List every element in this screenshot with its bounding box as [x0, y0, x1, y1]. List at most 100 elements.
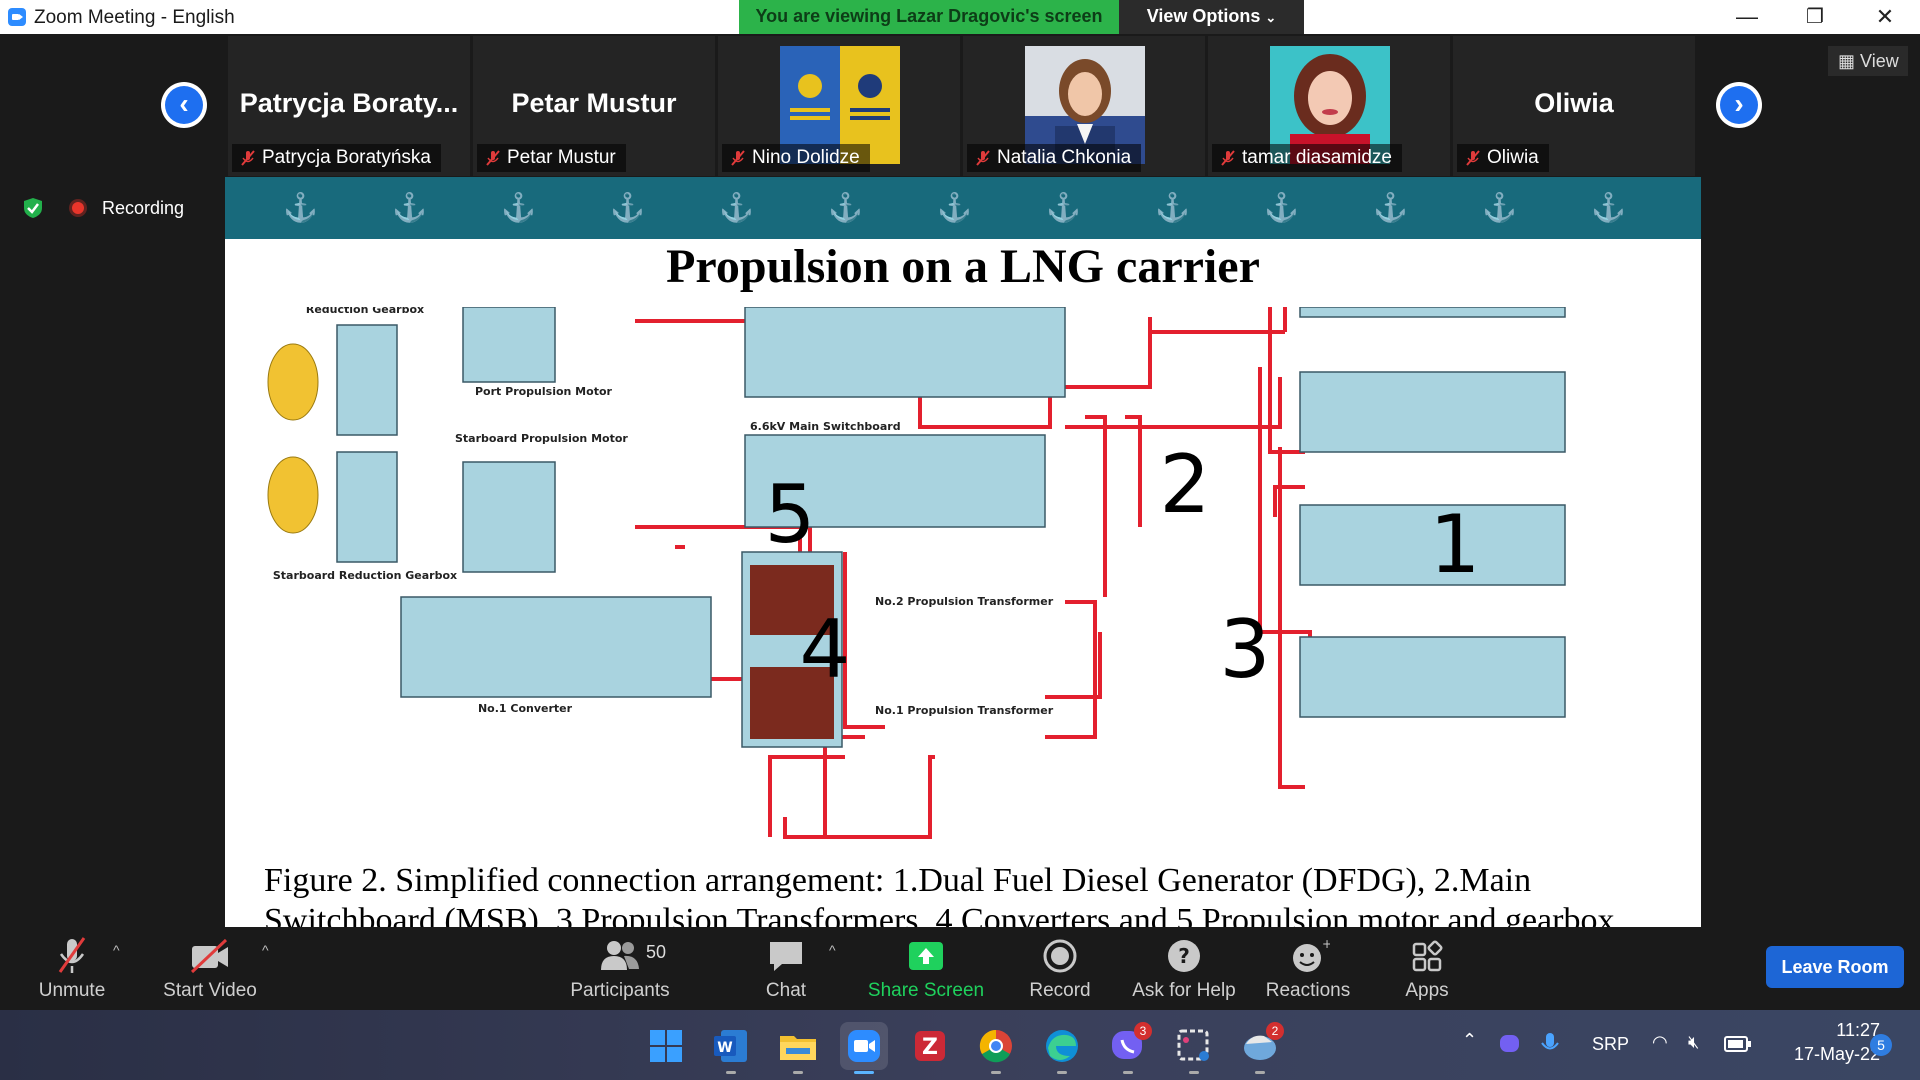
apps-label: Apps — [1405, 980, 1449, 1001]
chat-options-caret[interactable]: ^ — [829, 942, 836, 958]
apps-button[interactable]: Apps — [1377, 928, 1477, 1010]
start-video-button[interactable]: Start Video — [155, 928, 265, 1010]
muted-mic-icon — [1221, 150, 1235, 166]
minimize-button[interactable]: — — [1712, 0, 1782, 34]
participants-label: Participants — [570, 980, 670, 1001]
running-indicator — [991, 1071, 1001, 1074]
start-video-label: Start Video — [163, 980, 257, 1001]
taskbar-chrome[interactable] — [972, 1022, 1020, 1074]
diagram-number: 2 — [1160, 438, 1211, 531]
next-page-button[interactable]: › — [1716, 82, 1762, 128]
previous-page-button[interactable]: ‹ — [161, 82, 207, 128]
muted-mic-icon — [486, 150, 500, 166]
participant-name: Petar Mustur — [507, 147, 616, 168]
unmute-label: Unmute — [38, 980, 106, 1001]
input-language[interactable]: SRP — [1592, 1034, 1629, 1055]
taskbar-viber[interactable]: 3 — [1104, 1022, 1152, 1074]
taskbar-file-explorer[interactable] — [774, 1022, 822, 1074]
share-screen-icon — [909, 942, 943, 970]
participant-name: tamar diasamidze — [1242, 147, 1392, 168]
participants-count: 50 — [646, 942, 667, 962]
os-taskbar: W Z 3 2 ⌃ SRP ◠ 🔇︎ 11:27 17-May-22 5 — [0, 1010, 1920, 1080]
transformer2-label: No.2 Propulsion Transformer — [875, 595, 1054, 608]
participant-name-label: Natalia Chkonia — [967, 144, 1142, 172]
restore-button[interactable]: ❐ — [1780, 0, 1850, 34]
participant-tile[interactable]: Natalia Chkonia — [963, 36, 1205, 176]
taskbar-word[interactable]: W — [707, 1022, 755, 1074]
microphone-icon[interactable] — [1540, 1032, 1560, 1058]
taskbar-edge[interactable] — [1038, 1022, 1086, 1074]
zoom-app-icon — [8, 8, 26, 26]
recording-indicator[interactable]: Recording — [64, 193, 194, 223]
tray-viber-icon[interactable] — [1498, 1032, 1522, 1056]
diagram-number: 4 — [800, 603, 851, 696]
reactions-button[interactable]: + Reactions — [1258, 928, 1358, 1010]
clock-time[interactable]: 11:27 — [1800, 1020, 1880, 1041]
leave-room-button[interactable]: Leave Room — [1766, 946, 1904, 988]
start-button[interactable] — [642, 1022, 690, 1070]
show-hidden-icons-chevron-icon[interactable]: ⌃ — [1462, 1030, 1477, 1051]
participant-name-label: Nino Dolidze — [722, 144, 870, 172]
taskbar-zoom[interactable] — [840, 1022, 888, 1074]
participant-tile[interactable]: Patrycja Boraty... Patrycja Boratyńska — [228, 36, 470, 176]
video-options-caret[interactable]: ^ — [262, 942, 269, 958]
share-screen-button[interactable]: Share Screen — [866, 928, 986, 1010]
chat-button[interactable]: Chat — [736, 928, 836, 1010]
diagram-number: 5 — [765, 468, 816, 561]
participant-name-label: Patrycja Boratyńska — [232, 144, 441, 172]
port-motor-label: Port Propulsion Motor — [475, 385, 613, 398]
participant-tile[interactable]: tamar diasamidze — [1208, 36, 1450, 176]
zotero-icon: Z — [915, 1031, 945, 1061]
start-icon — [650, 1030, 682, 1062]
transformer1-label: No.1 Propulsion Transformer — [875, 704, 1054, 717]
clock-date[interactable]: 17-May-22 — [1770, 1044, 1880, 1065]
audio-options-caret[interactable]: ^ — [113, 942, 120, 958]
word-icon: W — [714, 1030, 747, 1062]
muted-mic-icon — [976, 150, 990, 166]
file-explorer-icon — [780, 1036, 816, 1060]
snipping-tool-icon — [1177, 1029, 1209, 1061]
window-title: Zoom Meeting - English — [34, 7, 235, 28]
reactions-label: Reactions — [1265, 980, 1351, 1001]
participant-tile[interactable]: Oliwia Oliwia — [1453, 36, 1695, 176]
battery-icon[interactable] — [1724, 1036, 1752, 1052]
participant-tile[interactable]: Nino Dolidze — [718, 36, 960, 176]
video-off-icon — [190, 938, 228, 974]
ask-for-help-label: Ask for Help — [1132, 980, 1236, 1001]
svg-text:+: + — [1322, 937, 1330, 951]
record-button[interactable]: Record — [1010, 928, 1110, 1010]
chrome-icon — [979, 1029, 1012, 1063]
participant-name-label: Oliwia — [1457, 144, 1549, 172]
running-indicator — [726, 1071, 736, 1074]
view-options-button[interactable]: View Options ⌄ — [1119, 0, 1304, 34]
running-indicator — [854, 1071, 874, 1074]
participants-button[interactable]: 50 Participants — [560, 928, 680, 1010]
converter-label: No.1 Converter — [478, 702, 573, 715]
chevron-right-icon: › — [1720, 86, 1758, 124]
taskbar-snipping-tool[interactable] — [1170, 1022, 1218, 1074]
notification-center-badge[interactable]: 5 — [1870, 1034, 1892, 1056]
view-button[interactable]: ▦ View — [1828, 46, 1908, 76]
diagram-number: 3 — [1220, 603, 1271, 696]
close-button[interactable]: ✕ — [1850, 0, 1920, 34]
wifi-icon[interactable]: ◠ — [1652, 1032, 1668, 1053]
taskbar-zotero[interactable]: Z — [906, 1022, 954, 1070]
speaker-muted-icon[interactable]: 🔇︎ — [1688, 1032, 1699, 1053]
taskbar-teams[interactable]: 2 — [1236, 1022, 1284, 1074]
muted-mic-icon — [1466, 150, 1480, 166]
grid-icon: ▦ — [1838, 51, 1856, 71]
shared-screen[interactable]: ⚓ ⚓ ⚓ ⚓ ⚓ ⚓ ⚓ ⚓ ⚓ ⚓ ⚓ ⚓ ⚓ Propulsion on … — [225, 177, 1701, 927]
participant-name-label: tamar diasamidze — [1212, 144, 1402, 172]
viewing-screen-banner: You are viewing Lazar Dragovic's screen — [739, 0, 1119, 34]
svg-text:?: ? — [1178, 944, 1190, 968]
edge-icon — [1046, 1030, 1078, 1062]
muted-mic-icon — [58, 937, 86, 973]
chat-label: Chat — [765, 980, 807, 1001]
ask-for-help-button[interactable]: ? Ask for Help — [1124, 928, 1244, 1010]
apps-icon — [1412, 940, 1443, 972]
anchor-icon: ⚓ — [392, 192, 427, 223]
participant-tile[interactable]: Petar Mustur Petar Mustur — [473, 36, 715, 176]
anchor-icon: ⚓ — [1591, 192, 1626, 223]
unmute-button[interactable]: Unmute — [22, 928, 122, 1010]
anchor-icon: ⚓ — [1155, 192, 1190, 223]
